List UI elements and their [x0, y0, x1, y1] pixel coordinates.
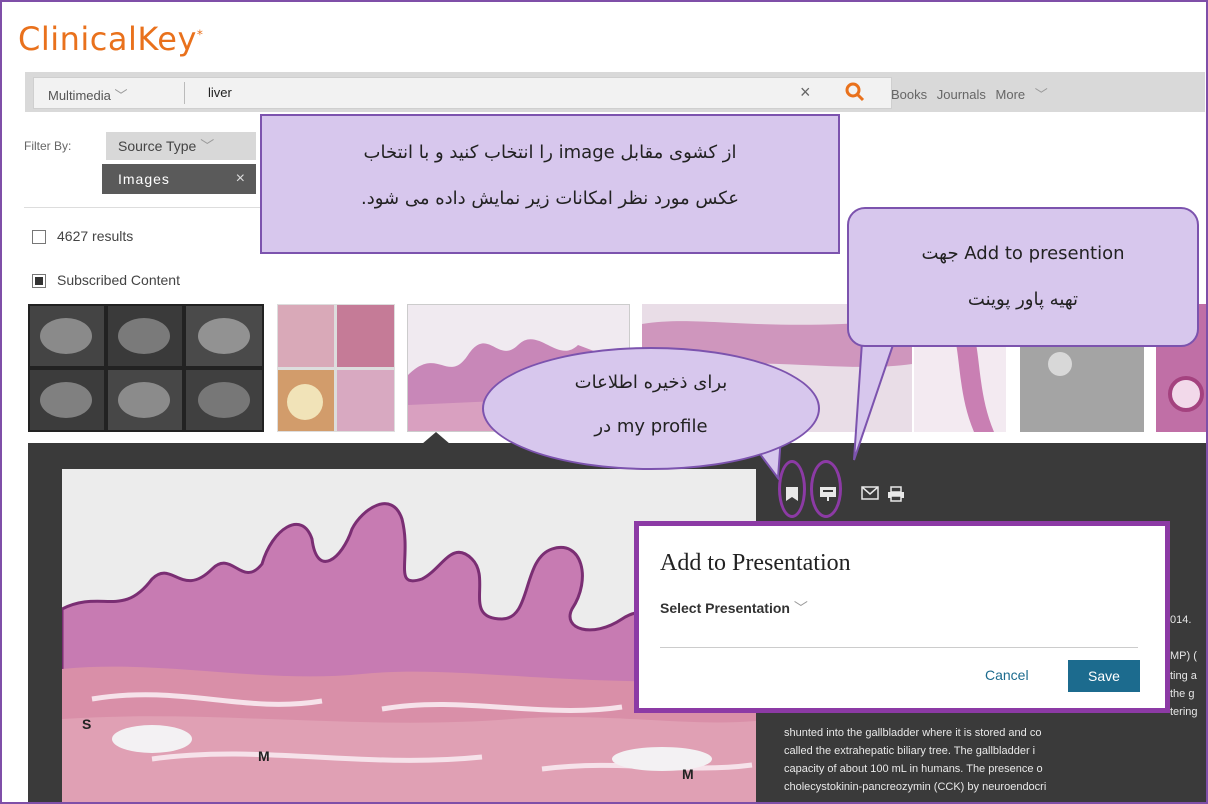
annotation-text: my profile در: [594, 416, 708, 437]
cancel-button[interactable]: Cancel: [985, 667, 1029, 683]
chevron-down-icon: ﹀: [793, 600, 808, 616]
annotation-text: از کشوی مقابل image را انتخاب کنید و با …: [363, 142, 737, 163]
annotation-callout-1: از کشوی مقابل image را انتخاب کنید و با …: [260, 114, 840, 254]
chip-label: Images: [118, 171, 170, 187]
search-icon[interactable]: [844, 81, 866, 103]
desc-line: cholecystokinin-pancreozymin (CCK) by ne…: [784, 781, 1047, 793]
results-count: 4627 results: [57, 228, 134, 244]
desc-fragment: the g: [1170, 688, 1195, 700]
filter-by-label: Filter By:: [24, 139, 72, 153]
ct-grid-image: [30, 306, 262, 430]
top-nav: Books Journals More ﹀: [891, 84, 1048, 103]
save-button[interactable]: Save: [1068, 660, 1140, 692]
logo-text: ClinicalKey: [18, 20, 197, 58]
histology-grid-image: [278, 305, 394, 431]
logo-mark: *: [196, 27, 204, 42]
email-icon[interactable]: [860, 486, 880, 506]
desc-line: called the extrahepatic biliary tree. Th…: [784, 745, 1036, 757]
select-all-checkbox[interactable]: [32, 230, 46, 244]
chevron-down-icon: ﹀: [1034, 87, 1048, 102]
search-box[interactable]: Multimedia ﹀ liver ×: [33, 77, 892, 109]
app-window: ClinicalKey* Multimedia ﹀ liver × Books …: [0, 0, 1208, 804]
annotation-text: Add to presention جهت: [921, 243, 1125, 264]
search-scope-dropdown[interactable]: Multimedia ﹀: [48, 85, 128, 104]
annotation-callout-2: Add to presention جهت تهیه پاور پوینت: [847, 207, 1199, 347]
subscribed-checkbox[interactable]: [32, 274, 46, 288]
annotation-text: برای ذخیره اطلاعات: [574, 372, 728, 393]
clear-search-icon[interactable]: ×: [800, 82, 811, 103]
nav-journals-link[interactable]: Journals: [937, 87, 986, 102]
select-presentation-dropdown[interactable]: Select Presentation ﹀: [660, 598, 808, 618]
image-description: shunted into the gallbladder where it is…: [784, 724, 1204, 796]
thumbnail-histo-grid[interactable]: [277, 304, 395, 432]
annotation-text: تهیه پاور پوینت: [967, 289, 1079, 310]
chevron-down-icon: ﹀: [200, 138, 215, 154]
thumbnail-ct[interactable]: [28, 304, 264, 432]
desc-fragment: ting a: [1170, 670, 1197, 682]
desc-line: shunted into the gallbladder where it is…: [784, 727, 1042, 739]
dialog-title: Add to Presentation: [660, 550, 851, 576]
filter-divider: [24, 207, 264, 208]
remove-filter-icon[interactable]: ×: [236, 164, 246, 194]
figure-label-m: M: [258, 748, 270, 764]
search-bar: Multimedia ﹀ liver × Books Journals More…: [25, 72, 1205, 112]
figure-label-s: S: [82, 716, 91, 732]
figure-label-m: M: [682, 766, 694, 782]
source-type-dropdown[interactable]: Source Type ﹀: [106, 132, 256, 160]
scope-divider: [184, 82, 185, 104]
dialog-divider: [660, 647, 1138, 648]
desc-fragment: MP) (: [1170, 650, 1197, 662]
nav-more-link[interactable]: More ﹀: [996, 87, 1048, 102]
search-input[interactable]: liver: [208, 85, 232, 100]
images-filter-chip[interactable]: Images ×: [102, 164, 256, 194]
callout-tail: [853, 342, 896, 461]
desc-fragment: 014.: [1170, 614, 1192, 626]
nav-books-link[interactable]: Books: [891, 87, 927, 102]
bookmark-icon[interactable]: [782, 486, 802, 506]
annotation-text: عکس مورد نظر امکانات زیر نمایش داده می ش…: [361, 188, 739, 209]
desc-fragment: tering: [1170, 706, 1198, 718]
print-icon[interactable]: [886, 486, 906, 506]
clinicalkey-logo[interactable]: ClinicalKey*: [18, 20, 203, 58]
desc-line: capacity of about 100 mL in humans. The …: [784, 763, 1043, 775]
annotation-callout-3: برای ذخیره اطلاعات my profile در: [482, 347, 820, 470]
presentation-icon[interactable]: [818, 486, 838, 506]
chevron-down-icon: ﹀: [114, 88, 128, 103]
subscribed-content-label: Subscribed Content: [57, 272, 180, 288]
